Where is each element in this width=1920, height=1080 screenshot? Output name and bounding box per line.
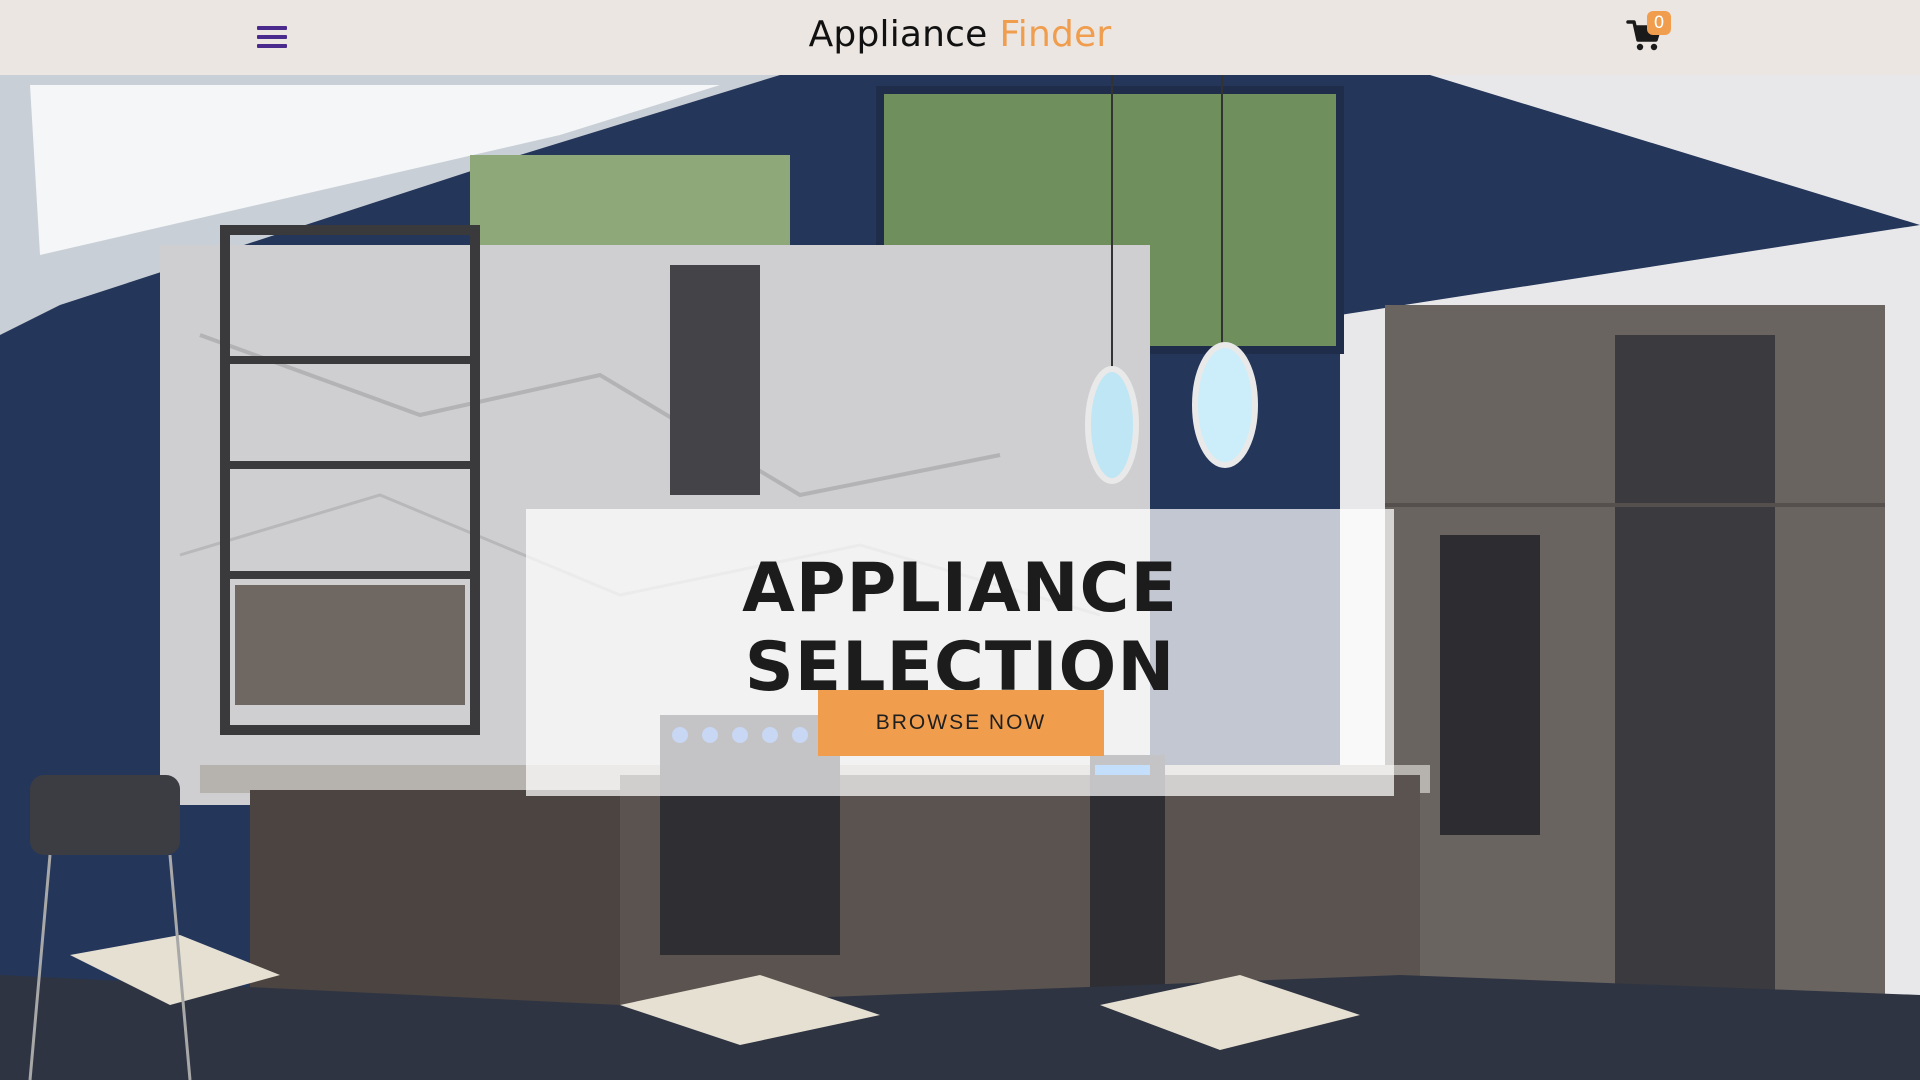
hero-title: APPLIANCE SELECTION xyxy=(742,549,1178,707)
brand-name-part2: Finder xyxy=(999,14,1112,55)
browse-now-button[interactable]: BROWSE NOW xyxy=(818,690,1104,756)
cart-count-badge: 0 xyxy=(1647,11,1671,35)
hero-banner: APPLIANCE SELECTION BROWSE NOW xyxy=(0,75,1920,1080)
top-nav-bar: Appliance Finder 0 xyxy=(0,0,1920,75)
hero-overlay-panel: APPLIANCE SELECTION BROWSE NOW xyxy=(526,509,1394,796)
brand-name-part1: Appliance xyxy=(808,14,988,55)
